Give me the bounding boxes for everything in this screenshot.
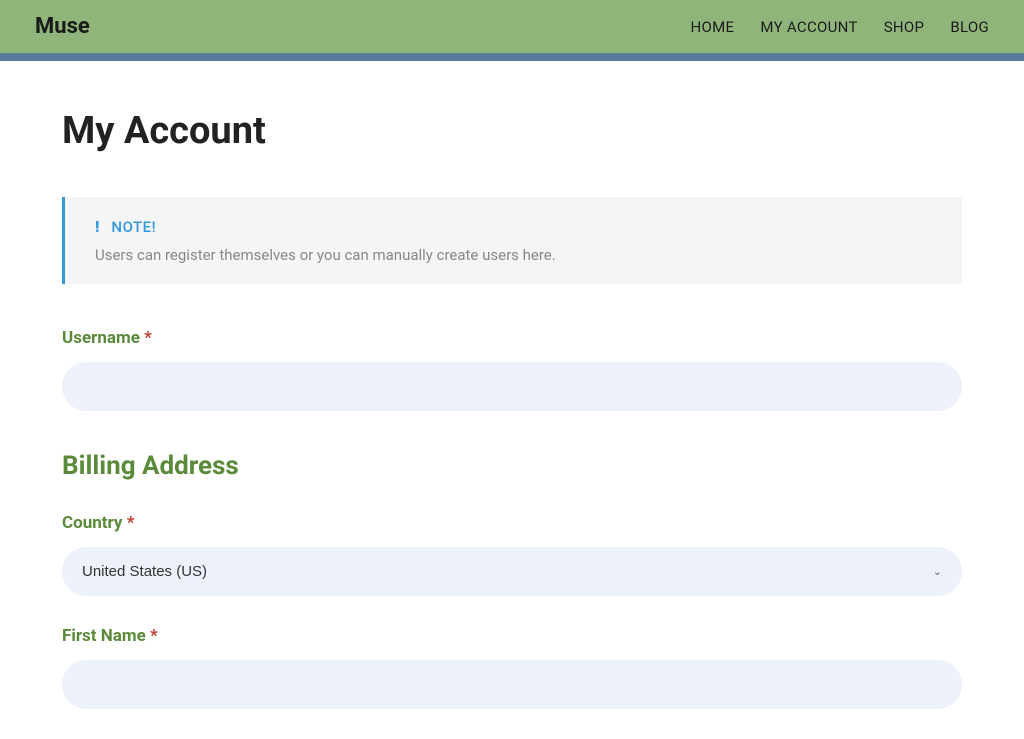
country-select[interactable]: United States (US) (62, 547, 962, 596)
header: Muse HOME MY ACCOUNT SHOP BLOG (0, 0, 1024, 53)
first-name-label-text: First Name (62, 626, 150, 646)
required-mark: * (127, 513, 135, 533)
country-label: Country * (62, 513, 962, 533)
nav-my-account[interactable]: MY ACCOUNT (760, 18, 857, 36)
nav-shop[interactable]: SHOP (884, 18, 925, 36)
site-logo[interactable]: Muse (35, 14, 90, 39)
nav-home[interactable]: HOME (691, 18, 735, 36)
country-select-wrapper: United States (US) ⌄ (62, 547, 962, 626)
country-label-text: Country (62, 513, 127, 533)
first-name-label: First Name * (62, 626, 962, 646)
billing-address-heading: Billing Address (62, 451, 962, 481)
note-text: Users can register themselves or you can… (95, 246, 932, 264)
page-title: My Account (62, 109, 962, 153)
note-header: ! NOTE! (95, 217, 932, 236)
username-input[interactable] (62, 362, 962, 411)
note-box: ! NOTE! Users can register themselves or… (62, 197, 962, 284)
note-title: NOTE! (111, 218, 156, 236)
required-mark: * (144, 328, 152, 348)
main-container: My Account ! NOTE! Users can register th… (27, 109, 997, 739)
username-label: Username * (62, 328, 962, 348)
required-mark: * (150, 626, 158, 646)
username-label-text: Username (62, 328, 144, 348)
first-name-input[interactable] (62, 660, 962, 709)
nav-blog[interactable]: BLOG (950, 18, 989, 36)
header-divider (0, 53, 1024, 61)
info-icon: ! (95, 217, 99, 236)
main-nav: HOME MY ACCOUNT SHOP BLOG (691, 18, 989, 36)
